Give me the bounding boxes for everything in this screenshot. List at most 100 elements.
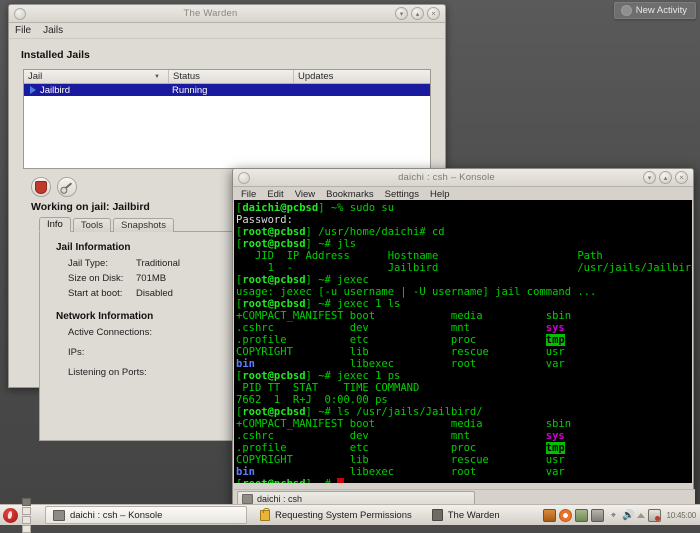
window-menu-icon[interactable] [14, 7, 26, 20]
terminal-text: +COMPACT_MANIFEST boot media sbin [236, 310, 572, 322]
terminal-text: ] ~# jexec 1 ls [305, 298, 401, 310]
jails-table-header: Jail ▼ Status Updates [24, 70, 430, 84]
taskbar-item-permissions[interactable]: Requesting System Permissions [253, 507, 419, 523]
menu-settings[interactable]: Settings [385, 189, 419, 200]
network-icon[interactable]: ⌖ [607, 510, 619, 521]
tab-info[interactable]: Info [39, 217, 71, 232]
terminal-text: sys [545, 430, 565, 442]
pager-desktop-2[interactable] [22, 506, 31, 515]
size-on-disk-label: Size on Disk: [68, 273, 124, 284]
pager-desktop-4[interactable] [22, 524, 31, 533]
terminal-text: .profile etc proc [236, 442, 546, 454]
terminal-line: +COMPACT_MANIFEST boot media sbin [236, 310, 692, 322]
menu-edit[interactable]: Edit [267, 189, 283, 200]
terminal-line: .cshrc dev mnt sys [236, 322, 692, 334]
activity-icon [620, 5, 632, 16]
new-activity-button[interactable]: New Activity [613, 2, 696, 19]
terminal-text: 1 - Jailbird /usr/jails/Jailbird [236, 262, 692, 274]
terminal-line: [root@pcbsd] ~# jexec 1 ps [236, 370, 692, 382]
terminal-text: ] ~% sudo su [318, 202, 395, 214]
jail-configure-button[interactable] [57, 177, 77, 197]
cell-jail-label: Jailbird [40, 84, 71, 96]
jails-table[interactable]: Jail ▼ Status Updates Jailbird Running [23, 69, 431, 169]
clock[interactable]: 10:45:00 [664, 511, 696, 520]
terminal-text: libexec root var [254, 466, 565, 478]
maximize-button[interactable] [411, 7, 424, 20]
jail-security-button[interactable] [31, 177, 51, 197]
terminal-text: .cshrc dev mnt [236, 430, 546, 442]
terminal-text: Password: [236, 214, 293, 226]
start-menu-icon[interactable] [3, 507, 18, 523]
terminal-text: COPYRIGHT lib rescue usr [236, 454, 565, 466]
terminal-text: root@pcbsd [242, 238, 306, 250]
close-button[interactable] [675, 171, 688, 184]
volume-icon[interactable]: 🔊 [622, 510, 634, 521]
terminal-text: PID TT STAT TIME COMMAND [236, 382, 420, 394]
installed-jails-title: Installed Jails [21, 49, 90, 61]
sort-descending-icon: ▼ [154, 73, 160, 80]
terminal-line: [daichi@pcbsd] ~% sudo su [236, 202, 692, 214]
menu-view[interactable]: View [295, 189, 315, 200]
menu-file[interactable]: File [15, 25, 31, 36]
jail-type-label: Jail Type: [68, 258, 108, 269]
column-label-status: Status [173, 71, 200, 82]
package-icon[interactable] [543, 508, 557, 522]
terminal-output[interactable]: [daichi@pcbsd] ~% sudo su Password: [root@… [234, 200, 692, 483]
minimize-button[interactable] [395, 7, 408, 20]
system-tray[interactable]: ⌖ 🔊 10:45:00 [543, 508, 700, 522]
column-header-jail[interactable]: Jail ▼ [24, 70, 169, 83]
column-label-updates: Updates [298, 71, 334, 82]
window-menu-icon[interactable] [238, 171, 250, 184]
minimize-button[interactable] [643, 171, 656, 184]
cell-jail: Jailbird [24, 85, 168, 96]
start-at-boot-value: Disabled [136, 288, 173, 299]
tab-tools[interactable]: Tools [72, 218, 112, 232]
close-button[interactable] [427, 7, 440, 20]
terminal-text: root@pcbsd [242, 226, 306, 238]
pager-desktop-1[interactable] [22, 497, 31, 506]
warden-titlebar[interactable]: The Warden [9, 5, 445, 23]
terminal-text: ] ~# [306, 478, 338, 483]
menu-jails[interactable]: Jails [43, 25, 63, 36]
table-row[interactable]: Jailbird Running [24, 84, 430, 96]
terminal-line: .cshrc dev mnt sys [236, 430, 692, 442]
desktop-pager[interactable] [22, 497, 39, 533]
taskbar[interactable]: daichi : csh – Konsole Requesting System… [0, 497, 700, 533]
terminal-text: daichi@pcbsd [242, 202, 319, 214]
column-header-updates[interactable]: Updates [294, 70, 430, 83]
disk-icon[interactable] [591, 508, 605, 522]
terminal-line: [root@pcbsd] ~# ls /usr/jails/Jailbird/ [236, 406, 692, 418]
terminal-text: ] ~# jexec [305, 274, 369, 286]
menu-bookmarks[interactable]: Bookmarks [326, 189, 374, 200]
terminal-line: COPYRIGHT lib rescue usr [236, 346, 692, 358]
terminal-text: ] ~# jls [305, 238, 357, 250]
lock-icon [260, 507, 270, 521]
shield-icon [35, 180, 47, 194]
maximize-button[interactable] [659, 171, 672, 184]
terminal-line: [root@pcbsd] ~# [236, 478, 692, 483]
terminal-line: PID TT STAT TIME COMMAND [236, 382, 692, 394]
tab-snapshots[interactable]: Snapshots [113, 218, 174, 232]
terminal-line: .profile etc proc tmp [236, 442, 692, 454]
konsole-window[interactable]: daichi : csh – Konsole File Edit View Bo… [232, 168, 695, 510]
triangle-icon[interactable] [637, 512, 646, 518]
terminal-text: JID IP Address Hostname Path [236, 250, 603, 262]
terminal-text: root@pcbsd [242, 298, 306, 310]
lifebuoy-icon[interactable] [559, 508, 573, 522]
desktop: New Activity The Warden File Jails Insta… [0, 0, 700, 510]
camera-icon[interactable] [575, 508, 589, 522]
battery-icon[interactable] [648, 508, 662, 522]
konsole-titlebar[interactable]: daichi : csh – Konsole [233, 169, 693, 187]
terminal-line: [root@pcbsd] ~# jls [236, 238, 692, 250]
terminal-line: [root@pcbsd] /usr/home/daichi# cd [236, 226, 692, 238]
taskbar-label-konsole: daichi : csh – Konsole [70, 509, 163, 521]
terminal-line: Password: [236, 214, 692, 226]
column-header-status[interactable]: Status [169, 70, 294, 83]
terminal-text: root@pcbsd [242, 370, 306, 382]
menu-help[interactable]: Help [430, 189, 450, 200]
pager-desktop-3[interactable] [22, 515, 31, 524]
taskbar-item-warden[interactable]: The Warden [425, 507, 507, 523]
menu-file[interactable]: File [241, 189, 256, 200]
taskbar-item-konsole[interactable]: daichi : csh – Konsole [45, 506, 247, 524]
warden-menubar[interactable]: File Jails [9, 23, 445, 39]
